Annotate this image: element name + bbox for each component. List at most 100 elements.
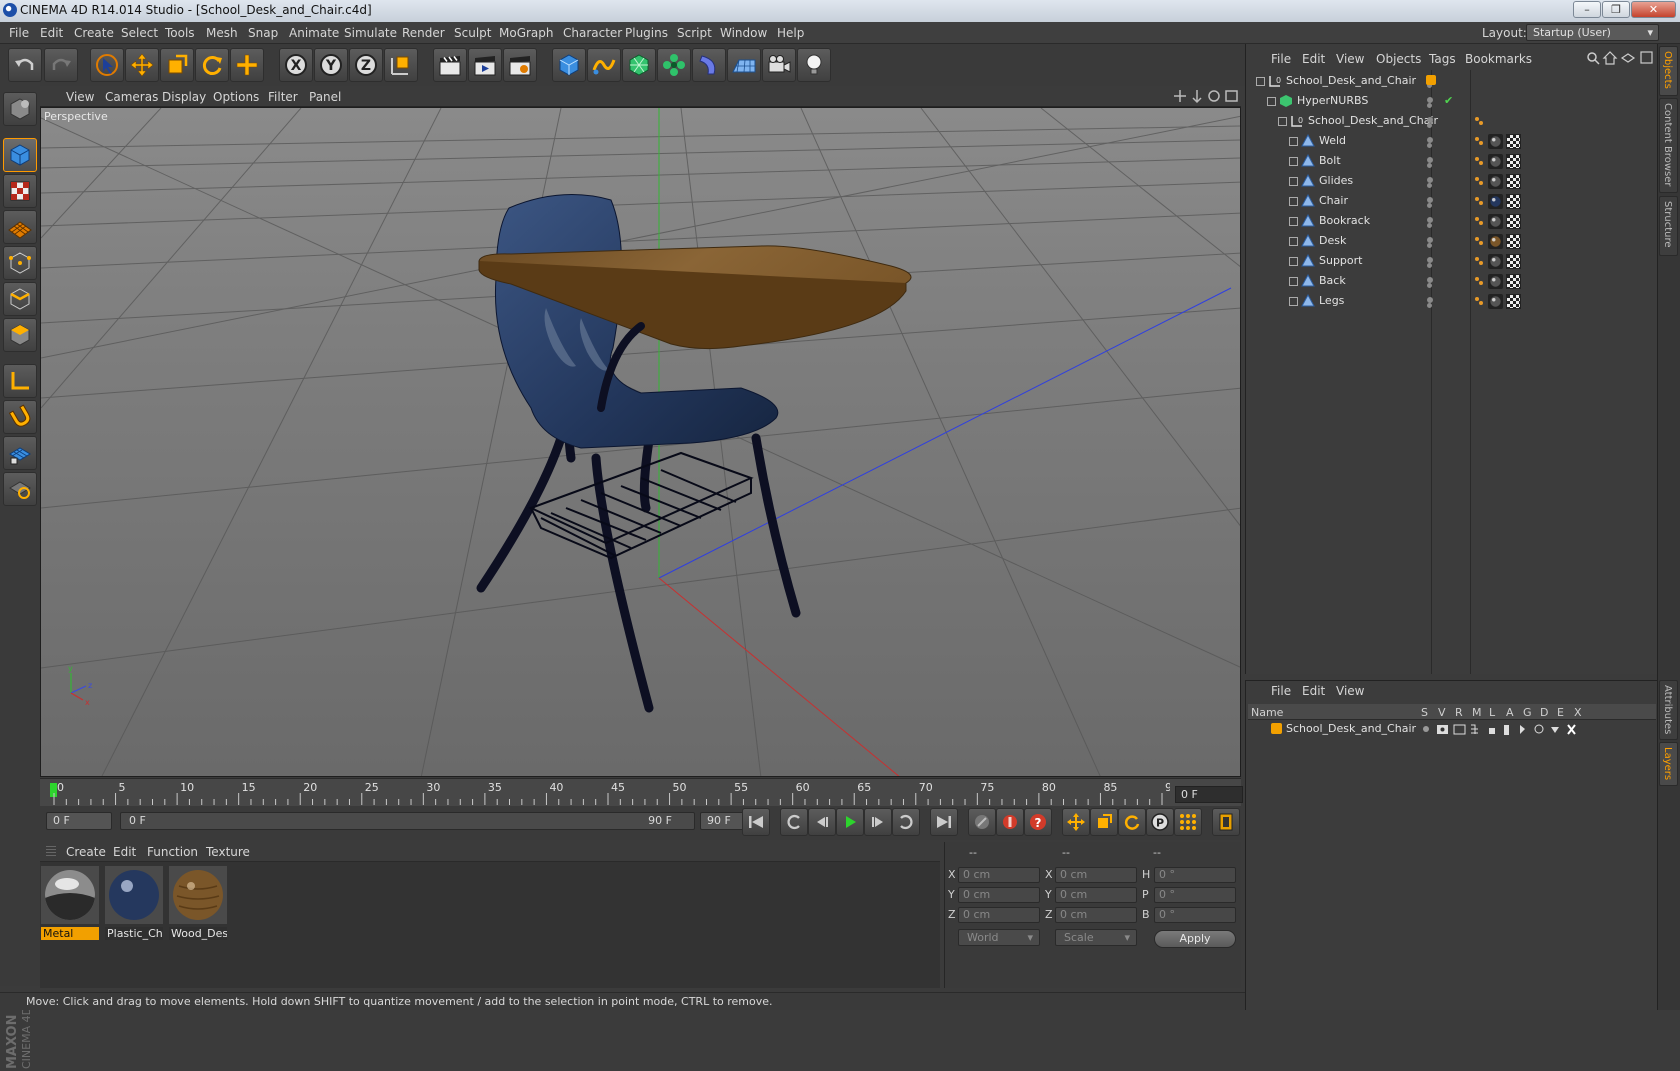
tab-attributes[interactable]: Attributes bbox=[1659, 680, 1678, 740]
undo-button[interactable] bbox=[8, 48, 42, 82]
render-visibility-dot[interactable] bbox=[1427, 223, 1432, 228]
current-frame-field[interactable]: 0 F bbox=[1175, 786, 1243, 803]
autokey-button[interactable]: ? bbox=[1024, 808, 1052, 836]
timeline-window-button[interactable] bbox=[1212, 808, 1240, 836]
texture-mode-button[interactable] bbox=[3, 174, 37, 208]
om-row-child[interactable]: Desk bbox=[1246, 232, 1656, 251]
coordinate-mode-select[interactable]: World bbox=[958, 929, 1040, 946]
render-view-button[interactable] bbox=[433, 48, 467, 82]
layer-col-x[interactable]: X bbox=[1574, 706, 1582, 719]
menu-select[interactable]: Select bbox=[121, 26, 158, 40]
tree-expander-icon[interactable] bbox=[1289, 157, 1298, 166]
phong-tag-icon[interactable] bbox=[1474, 276, 1484, 286]
uvw-tag-icon[interactable] bbox=[1506, 274, 1521, 289]
points-mode-button[interactable] bbox=[3, 246, 37, 280]
material-plastic-chair[interactable]: Plastic_Cha bbox=[105, 866, 163, 940]
tab-structure[interactable]: Structure bbox=[1659, 196, 1678, 256]
om-menu-objects[interactable]: Objects bbox=[1376, 52, 1421, 66]
render-visibility-dot[interactable] bbox=[1427, 263, 1432, 268]
live-selection-button[interactable] bbox=[90, 48, 124, 82]
coordinate-system-button[interactable] bbox=[384, 48, 418, 82]
record-parameter-button[interactable]: P bbox=[1146, 808, 1174, 836]
layer-toggle-icons[interactable] bbox=[1422, 723, 1592, 736]
menu-snap[interactable]: Snap bbox=[248, 26, 278, 40]
layer-col-r[interactable]: R bbox=[1455, 706, 1463, 719]
tree-expander-icon[interactable] bbox=[1289, 217, 1298, 226]
timeline-ruler[interactable]: 0 5 10 15 20 25 30 35 40 45 50 55 60 65 70 75 80 85 90 bbox=[40, 778, 1241, 806]
redo-button[interactable] bbox=[44, 48, 78, 82]
lm-menu-edit[interactable]: Edit bbox=[1302, 684, 1325, 698]
tweak-mode-button[interactable] bbox=[3, 472, 37, 506]
lm-menu-file[interactable]: File bbox=[1271, 684, 1291, 698]
tree-expander-icon[interactable] bbox=[1289, 177, 1298, 186]
uvw-tag-icon[interactable] bbox=[1506, 134, 1521, 149]
om-row-child[interactable]: Bolt bbox=[1246, 152, 1656, 171]
rotate-button[interactable] bbox=[195, 48, 229, 82]
om-menu-bookmarks[interactable]: Bookmarks bbox=[1465, 52, 1532, 66]
uvw-tag-icon[interactable] bbox=[1506, 294, 1521, 309]
menu-file[interactable]: File bbox=[9, 26, 29, 40]
material-tag-icon[interactable] bbox=[1488, 174, 1503, 189]
cube-button[interactable] bbox=[552, 48, 586, 82]
material-menu-texture[interactable]: Texture bbox=[206, 845, 250, 859]
tab-layers[interactable]: Layers bbox=[1659, 742, 1678, 786]
om-row-child[interactable]: Back bbox=[1246, 272, 1656, 291]
render-visibility-dot[interactable] bbox=[1427, 123, 1432, 128]
record-scale-button[interactable] bbox=[1090, 808, 1118, 836]
menu-edit[interactable]: Edit bbox=[40, 26, 63, 40]
om-menu-file[interactable]: File bbox=[1271, 52, 1291, 66]
polygons-mode-button[interactable] bbox=[3, 318, 37, 352]
viewport-menu-display[interactable]: Display bbox=[162, 90, 206, 104]
pos-x-field[interactable]: 0 cm bbox=[958, 867, 1040, 883]
viewport-menu-options[interactable]: Options bbox=[213, 90, 259, 104]
menu-mesh[interactable]: Mesh bbox=[206, 26, 238, 40]
phong-tag-icon[interactable] bbox=[1474, 256, 1484, 266]
go-to-end-button[interactable] bbox=[930, 808, 958, 836]
tree-expander-icon[interactable] bbox=[1289, 137, 1298, 146]
go-to-start-button[interactable] bbox=[742, 808, 770, 836]
size-z-field[interactable]: 0 cm bbox=[1055, 907, 1137, 923]
layer-color-swatch[interactable] bbox=[1426, 75, 1436, 85]
phong-tag-icon[interactable] bbox=[1474, 136, 1484, 146]
minimize-button[interactable]: – bbox=[1573, 1, 1601, 18]
edges-mode-button[interactable] bbox=[3, 282, 37, 316]
phong-tag-icon[interactable] bbox=[1474, 116, 1484, 126]
light-button[interactable] bbox=[797, 48, 831, 82]
axis-mode-button[interactable] bbox=[3, 364, 37, 398]
material-tag-icon[interactable] bbox=[1488, 154, 1503, 169]
layer-col-name[interactable]: Name bbox=[1251, 706, 1283, 719]
material-menu-create[interactable]: Create bbox=[66, 845, 106, 859]
tree-expander-icon[interactable] bbox=[1289, 297, 1298, 306]
record-rotation-button[interactable] bbox=[1118, 808, 1146, 836]
next-frame-button[interactable] bbox=[864, 808, 892, 836]
om-row-child[interactable]: Support bbox=[1246, 252, 1656, 271]
menu-help[interactable]: Help bbox=[777, 26, 804, 40]
phong-tag-icon[interactable] bbox=[1474, 236, 1484, 246]
layer-col-l[interactable]: L bbox=[1489, 706, 1495, 719]
viewport-nav-icons[interactable] bbox=[1173, 89, 1239, 104]
viewport-menu-view[interactable]: View bbox=[66, 90, 94, 104]
layer-col-s[interactable]: S bbox=[1421, 706, 1428, 719]
material-tag-icon[interactable] bbox=[1488, 194, 1503, 209]
record-active-button[interactable] bbox=[996, 808, 1024, 836]
render-visibility-dot[interactable] bbox=[1427, 283, 1432, 288]
layer-color-swatch[interactable] bbox=[1271, 723, 1282, 734]
motion-recording-button[interactable] bbox=[968, 808, 996, 836]
render-visibility-dot[interactable] bbox=[1427, 143, 1432, 148]
om-row-hypernurbs[interactable]: HyperNURBS ✔ bbox=[1246, 92, 1656, 111]
material-tag-icon[interactable] bbox=[1488, 214, 1503, 229]
close-button[interactable]: ✕ bbox=[1631, 1, 1676, 18]
om-row-root[interactable]: 0 School_Desk_and_Chair bbox=[1246, 72, 1656, 91]
camera-button[interactable] bbox=[762, 48, 796, 82]
render-visibility-dot[interactable] bbox=[1427, 103, 1432, 108]
om-menu-view[interactable]: View bbox=[1336, 52, 1364, 66]
material-tag-icon[interactable] bbox=[1488, 254, 1503, 269]
phong-tag-icon[interactable] bbox=[1474, 176, 1484, 186]
array-button[interactable] bbox=[657, 48, 691, 82]
workplane-mode-button[interactable] bbox=[3, 210, 37, 244]
tree-expander-icon[interactable] bbox=[1289, 257, 1298, 266]
apply-button[interactable]: Apply bbox=[1154, 930, 1236, 948]
render-visibility-dot[interactable] bbox=[1427, 203, 1432, 208]
make-editable-button[interactable] bbox=[3, 92, 37, 126]
om-row-child[interactable]: Chair bbox=[1246, 192, 1656, 211]
